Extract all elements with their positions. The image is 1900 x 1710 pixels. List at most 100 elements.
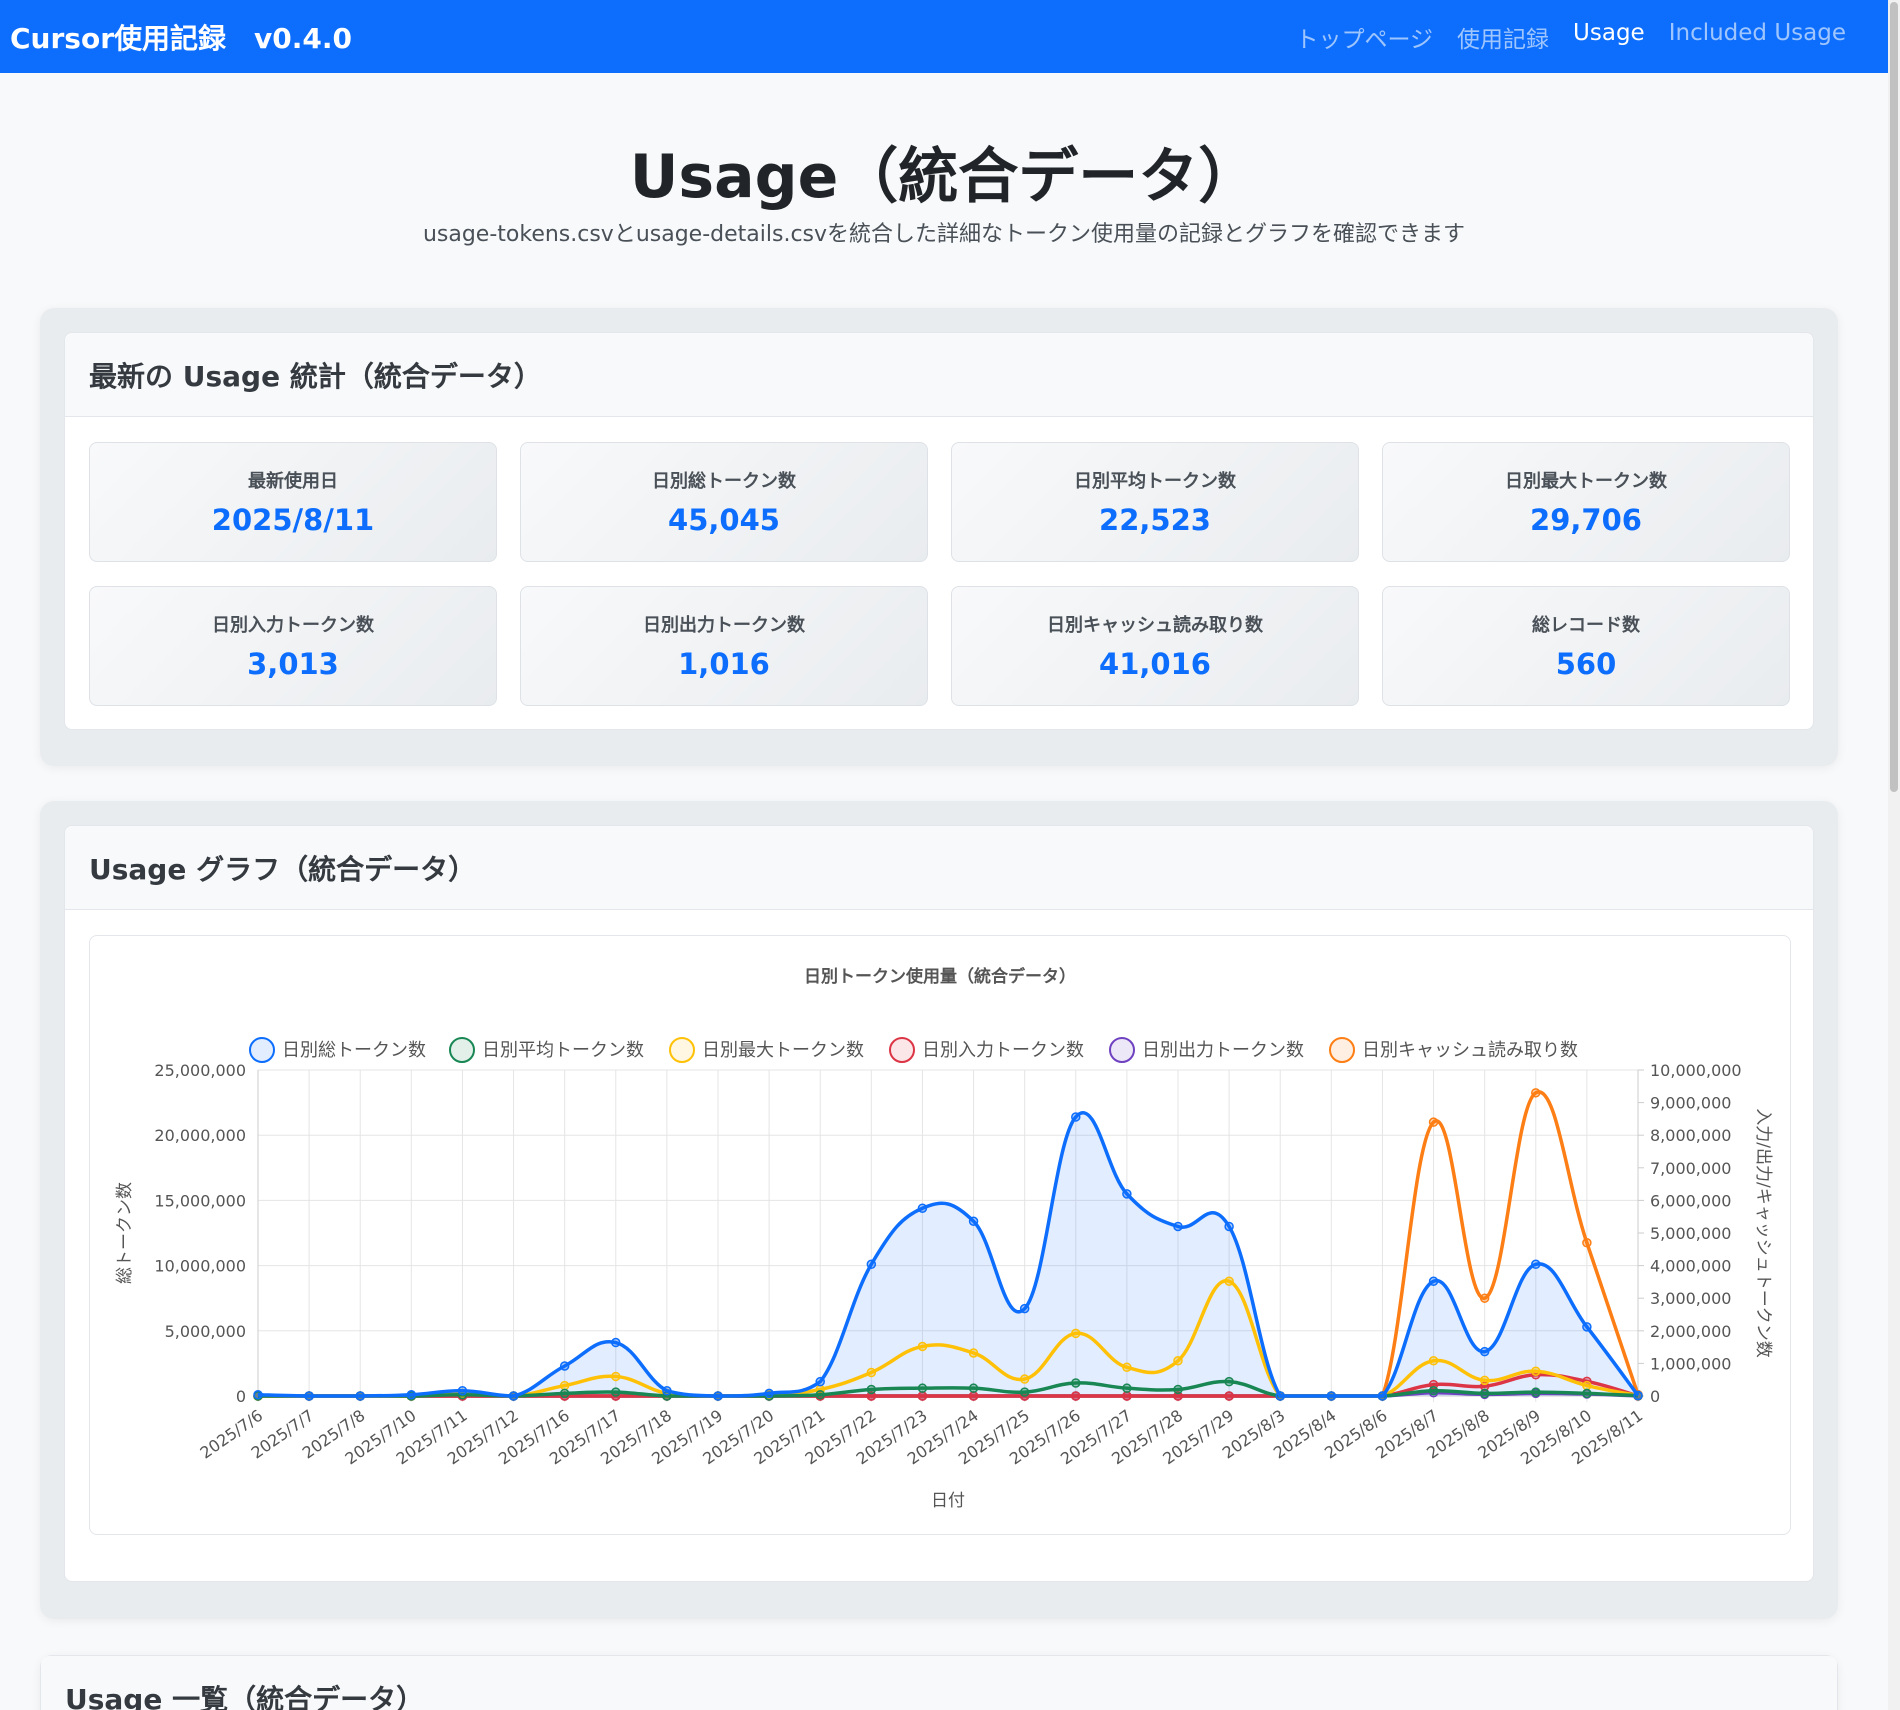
usage-line-chart: 日別トークン使用量（統合データ） 日別総トークン数 日別平均トークン数 日別最大トーク… bbox=[115, 966, 1773, 1511]
data-point bbox=[1173, 1384, 1183, 1395]
data-point bbox=[1122, 1362, 1132, 1373]
legend-label: 日別総トークン数 bbox=[282, 1040, 426, 1061]
data-point bbox=[1224, 1276, 1234, 1286]
data-point bbox=[1224, 1221, 1234, 1232]
legend-swatch bbox=[1109, 1037, 1135, 1063]
legend-swatch bbox=[889, 1037, 915, 1063]
data-point bbox=[1224, 1376, 1234, 1387]
data-point bbox=[1377, 1391, 1388, 1401]
legend-label: 日別キャッシュ読み取り数 bbox=[1362, 1040, 1578, 1061]
data-point bbox=[1122, 1383, 1132, 1393]
nav-link-usage[interactable]: Usage bbox=[1573, 20, 1645, 54]
data-point bbox=[1582, 1388, 1592, 1399]
data-point bbox=[1071, 1328, 1081, 1339]
stat-value: 45,045 bbox=[668, 503, 780, 537]
stat-value: 22,523 bbox=[1099, 503, 1211, 537]
data-point bbox=[917, 1203, 928, 1213]
data-point bbox=[1428, 1117, 1439, 1127]
stat-value: 2025/8/11 bbox=[211, 503, 375, 537]
stat-total-records: 総レコード数 560 bbox=[1382, 586, 1790, 706]
data-point bbox=[968, 1383, 979, 1393]
data-point bbox=[1479, 1346, 1490, 1357]
stat-label: 日別入力トークン数 bbox=[212, 615, 374, 636]
legend-swatch bbox=[449, 1037, 475, 1063]
data-point bbox=[559, 1380, 570, 1391]
stat-value: 29,706 bbox=[1530, 503, 1642, 537]
data-point bbox=[1122, 1189, 1132, 1199]
data-point bbox=[917, 1341, 928, 1352]
data-point bbox=[559, 1388, 570, 1399]
top-navbar: Cursor使用記録 v0.4.0 トップページ 使用記録 Usage Incl… bbox=[0, 0, 1888, 73]
data-point bbox=[866, 1384, 877, 1395]
stat-label: 日別出力トークン数 bbox=[643, 615, 805, 636]
data-point bbox=[815, 1376, 825, 1387]
nav-link-included-usage[interactable]: Included Usage bbox=[1669, 20, 1846, 54]
data-point bbox=[406, 1389, 417, 1400]
data-point bbox=[866, 1367, 877, 1378]
page-title: Usage（統合データ） bbox=[629, 142, 1259, 212]
data-point bbox=[1122, 1391, 1132, 1401]
data-point bbox=[1582, 1322, 1592, 1332]
nav-link-records[interactable]: 使用記録 bbox=[1457, 20, 1549, 54]
y2-tick-label: 7,000,000 bbox=[1650, 1159, 1731, 1178]
legend-label: 日別入力トークン数 bbox=[922, 1040, 1084, 1061]
y2-tick-label: 0 bbox=[1650, 1387, 1660, 1406]
data-point bbox=[815, 1389, 825, 1400]
graph-card: Usage グラフ（統合データ） 日別トークン使用量（統合データ） 日別総トークン… bbox=[64, 825, 1814, 1582]
stat-daily-average: 日別平均トークン数 22,523 bbox=[951, 442, 1359, 562]
data-point bbox=[1428, 1356, 1439, 1366]
data-point bbox=[1326, 1391, 1337, 1401]
y2-tick-label: 10,000,000 bbox=[1650, 1061, 1742, 1080]
scrollbar-thumb[interactable] bbox=[1890, 2, 1898, 792]
data-point bbox=[1531, 1387, 1541, 1397]
data-point bbox=[611, 1337, 621, 1348]
data-point bbox=[611, 1387, 621, 1397]
data-point bbox=[917, 1383, 928, 1393]
nav-links: トップページ 使用記録 Usage Included Usage bbox=[1295, 20, 1878, 54]
stat-daily-input: 日別入力トークン数 3,013 bbox=[89, 586, 497, 706]
data-point bbox=[611, 1371, 621, 1382]
data-point bbox=[1224, 1391, 1234, 1401]
app-brand[interactable]: Cursor使用記録 v0.4.0 bbox=[10, 17, 352, 57]
page-scrollbar[interactable] bbox=[1888, 0, 1900, 1710]
y2-tick-label: 2,000,000 bbox=[1650, 1322, 1731, 1341]
stat-value: 3,013 bbox=[247, 647, 339, 681]
stat-daily-output: 日別出力トークン数 1,016 bbox=[520, 586, 928, 706]
stat-label: 日別最大トークン数 bbox=[1505, 471, 1667, 492]
data-point bbox=[1531, 1088, 1541, 1098]
list-section: Usage 一覧（統合データ） bbox=[40, 1655, 1838, 1710]
data-point bbox=[1071, 1112, 1081, 1122]
y2-tick-label: 3,000,000 bbox=[1650, 1289, 1731, 1308]
data-point bbox=[968, 1216, 979, 1227]
data-point bbox=[253, 1389, 263, 1400]
legend-swatch bbox=[249, 1037, 275, 1063]
data-point bbox=[1582, 1380, 1592, 1391]
nav-link-top[interactable]: トップページ bbox=[1295, 20, 1433, 54]
data-point bbox=[1019, 1387, 1030, 1397]
legend-swatch bbox=[1329, 1037, 1355, 1063]
data-point bbox=[1582, 1238, 1592, 1248]
data-point bbox=[1173, 1221, 1183, 1232]
stat-label: 日別キャッシュ読み取り数 bbox=[1047, 615, 1263, 636]
y2-tick-label: 1,000,000 bbox=[1650, 1354, 1731, 1373]
data-point bbox=[1275, 1391, 1285, 1401]
data-point bbox=[1019, 1374, 1030, 1384]
y2-axis-title: 入力/出力/キャッシュトークン数 bbox=[1753, 1108, 1773, 1357]
stat-label: 日別総トークン数 bbox=[652, 471, 796, 492]
chart-container: 日別トークン使用量（統合データ） 日別総トークン数 日別平均トークン数 日別最大トーク… bbox=[89, 935, 1791, 1535]
x-axis-title: 日付 bbox=[931, 1491, 965, 1511]
data-point bbox=[1173, 1356, 1183, 1366]
data-point bbox=[304, 1391, 314, 1401]
stats-card: 最新の Usage 統計（統合データ） 最新使用日 2025/8/11 日別総トー… bbox=[64, 332, 1814, 730]
y2-tick-label: 5,000,000 bbox=[1650, 1224, 1731, 1243]
data-point bbox=[662, 1386, 672, 1396]
graph-card-header: Usage グラフ（統合データ） bbox=[65, 826, 1813, 910]
stats-grid: 最新使用日 2025/8/11 日別総トークン数 45,045 日別平均トークン数 2… bbox=[89, 442, 1791, 706]
legend-swatch bbox=[669, 1037, 695, 1063]
y-tick-label: 25,000,000 bbox=[154, 1061, 246, 1080]
data-point bbox=[508, 1391, 519, 1401]
data-point bbox=[917, 1391, 928, 1401]
stat-value: 560 bbox=[1555, 647, 1617, 681]
data-point bbox=[1071, 1391, 1081, 1401]
legend-label: 日別平均トークン数 bbox=[482, 1040, 644, 1061]
